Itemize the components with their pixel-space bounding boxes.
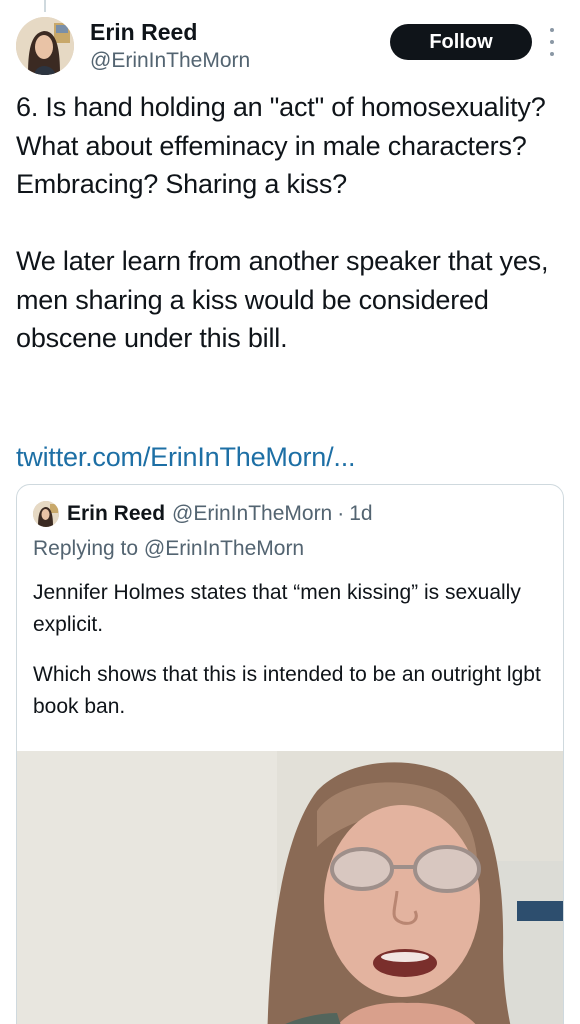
author-display-name[interactable]: Erin Reed <box>90 18 250 46</box>
more-dot <box>550 52 554 56</box>
replying-to: Replying to @ErinInTheMorn <box>33 535 304 563</box>
tweet-body: 6. Is hand holding an "act" of homosexua… <box>16 88 568 358</box>
more-vertical-icon[interactable] <box>547 28 557 56</box>
replying-prefix: Replying to <box>33 537 139 560</box>
quoted-media-video-still[interactable] <box>17 751 563 1024</box>
replying-handle[interactable]: @ErinInTheMorn <box>144 537 304 560</box>
thread-connector-line <box>44 0 46 12</box>
quoted-separator: · <box>337 502 345 525</box>
more-dot <box>550 40 554 44</box>
author-avatar[interactable] <box>16 17 74 75</box>
quoted-tweet-body: Jennifer Holmes states that “men kissing… <box>33 577 543 723</box>
quoted-author-avatar[interactable] <box>33 501 59 527</box>
quoted-avatar-image <box>33 501 59 527</box>
quoted-handle: @ErinInTheMorn <box>172 502 333 525</box>
avatar-image <box>16 17 74 75</box>
author-handle[interactable]: @ErinInTheMorn <box>90 48 250 74</box>
follow-button[interactable]: Follow <box>390 24 532 60</box>
quoted-tweet-header: Erin Reed @ErinInTheMorn · 1d <box>33 499 373 529</box>
author-names: Erin Reed @ErinInTheMorn <box>90 18 250 74</box>
quoted-timestamp: 1d <box>349 502 373 525</box>
more-dot <box>550 28 554 32</box>
quoted-display-name: Erin Reed <box>67 502 166 525</box>
tweet-header: Erin Reed @ErinInTheMorn Follow <box>16 14 564 78</box>
tweet-paragraph: 6. Is hand holding an "act" of homosexua… <box>16 92 546 199</box>
tweet-paragraph: We later learn from another speaker that… <box>16 246 549 353</box>
quoted-tweet-card[interactable]: Erin Reed @ErinInTheMorn · 1d Replying t… <box>16 484 564 1024</box>
tweet-link[interactable]: twitter.com/ErinInTheMorn/... <box>16 438 356 476</box>
quoted-paragraph: Jennifer Holmes states that “men kissing… <box>33 581 521 636</box>
speaker-video-frame <box>17 751 563 1024</box>
quoted-paragraph: Which shows that this is intended to be … <box>33 663 541 718</box>
